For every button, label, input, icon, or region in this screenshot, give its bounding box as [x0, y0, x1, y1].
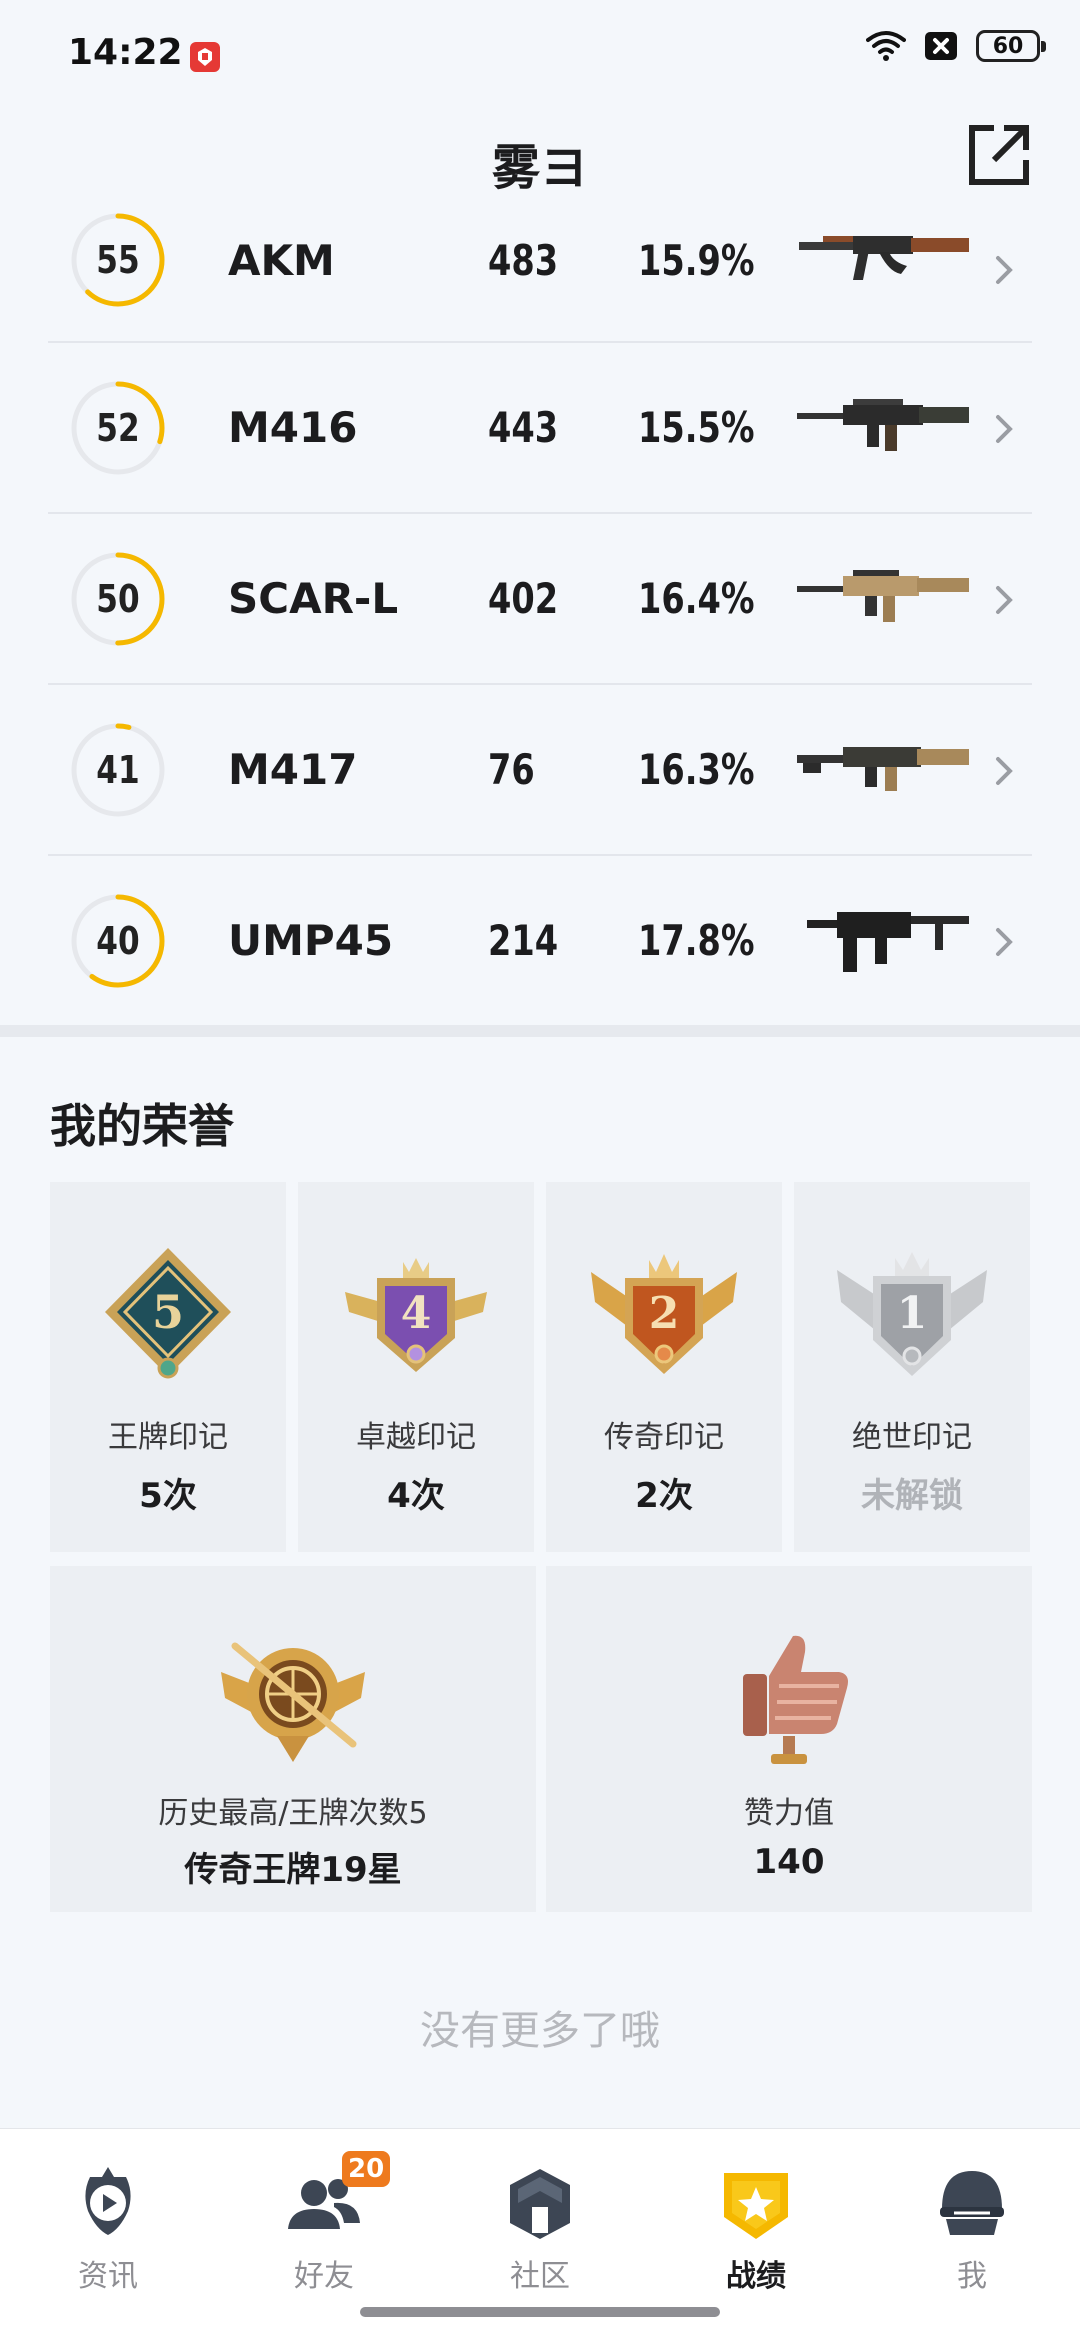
- community-icon: [500, 2163, 580, 2243]
- tab-me[interactable]: 我: [892, 2151, 1052, 2294]
- weapon-row[interactable]: 52 M416 443 15.5%: [48, 343, 1032, 514]
- highest-rank-card[interactable]: 历史最高/王牌次数5 传奇王牌19星: [50, 1566, 536, 1912]
- status-indicators: 60: [866, 30, 1046, 62]
- weapon-headshot-rate: 15.5%: [638, 403, 755, 452]
- section-divider: [0, 1025, 1080, 1037]
- likes-value: 140: [753, 1842, 825, 1882]
- helmet-icon: [932, 2163, 1012, 2243]
- weapon-row[interactable]: 50 SCAR-L 402 16.4%: [48, 514, 1032, 685]
- badge-number: 1: [897, 1288, 928, 1339]
- weapon-kills: 443: [488, 403, 559, 452]
- news-icon: [68, 2163, 148, 2243]
- chevron-right-icon: [992, 409, 1016, 449]
- m417-rifle-image: [793, 725, 973, 815]
- weapon-list: 55 AKM 483 15.9% 52 M416 443 15.5% 50 SC…: [48, 200, 1032, 1027]
- weapon-level: 40: [96, 919, 140, 963]
- badge-card-peerless[interactable]: 1 绝世印记 未解锁: [794, 1182, 1030, 1552]
- chevron-right-icon: [992, 580, 1016, 620]
- weapon-level: 55: [96, 238, 140, 282]
- battery-level: 60: [992, 33, 1024, 59]
- weapon-kills: 76: [488, 745, 535, 794]
- weapon-level-ring: 55: [70, 212, 166, 308]
- highest-rank-label: 历史最高/王牌次数5: [158, 1796, 428, 1831]
- akm-rifle-image: [793, 214, 973, 304]
- badge-count: 4次: [387, 1476, 445, 1516]
- tab-community[interactable]: 社区: [460, 2151, 620, 2294]
- badge-number: 2: [649, 1288, 680, 1339]
- status-bar: 14:22 60: [0, 0, 1080, 110]
- weapon-kills: 483: [488, 236, 559, 285]
- weapon-headshot-rate: 17.8%: [638, 916, 755, 965]
- weapon-kills: 402: [488, 574, 559, 623]
- weapon-row[interactable]: 40 UMP45 214 17.8%: [48, 856, 1032, 1027]
- weapon-level-ring: 52: [70, 380, 166, 476]
- weapon-level: 41: [96, 748, 140, 792]
- friends-notification-badge: 20: [342, 2151, 391, 2187]
- scar-l-rifle-image: [793, 554, 973, 644]
- chevron-right-icon: [992, 250, 1016, 290]
- chevron-right-icon: [992, 922, 1016, 962]
- m416-rifle-image: [793, 383, 973, 473]
- tab-record[interactable]: 战绩: [676, 2151, 836, 2294]
- weapon-level-ring: 40: [70, 893, 166, 989]
- weapon-level: 52: [96, 406, 140, 450]
- weapon-level-ring: 50: [70, 551, 166, 647]
- legend-mark-icon: 2: [589, 1242, 739, 1392]
- no-sim-icon: [925, 32, 957, 60]
- chevron-right-icon: [992, 751, 1016, 791]
- weapon-name: SCAR-L: [228, 574, 399, 623]
- battery-indicator: 60: [976, 30, 1046, 62]
- badge-card-excellence[interactable]: 4 卓越印记 4次: [298, 1182, 534, 1552]
- weapon-row[interactable]: 55 AKM 483 15.9%: [48, 200, 1032, 343]
- badge-name: 卓越印记: [356, 1420, 476, 1455]
- badge-number: 4: [401, 1288, 432, 1339]
- badge-count: 2次: [635, 1476, 693, 1516]
- home-indicator: [360, 2307, 720, 2317]
- badge-card-ace[interactable]: 5 王牌印记 5次: [50, 1182, 286, 1552]
- peerless-mark-icon: 1: [837, 1242, 987, 1392]
- badge-name: 绝世印记: [852, 1420, 972, 1455]
- weapon-kills: 214: [488, 916, 559, 965]
- badge-number: 5: [152, 1285, 184, 1339]
- ump45-smg-image: [793, 894, 973, 984]
- app-notification-icon: [188, 40, 222, 74]
- weapon-row[interactable]: 41 M417 76 16.3%: [48, 685, 1032, 856]
- badge-count: 未解锁: [861, 1476, 963, 1516]
- tab-label: 社区: [510, 2259, 570, 2294]
- badge-card-legend[interactable]: 2 传奇印记 2次: [546, 1182, 782, 1552]
- status-time: 14:22: [68, 32, 183, 73]
- no-more-hint: 没有更多了哦: [420, 2008, 660, 2054]
- tab-news[interactable]: 资讯: [28, 2151, 188, 2294]
- tab-label: 好友: [294, 2259, 354, 2294]
- weapon-name: AKM: [228, 236, 335, 285]
- weapon-headshot-rate: 16.4%: [638, 574, 755, 623]
- legend-ace-emblem-icon: [213, 1616, 373, 1776]
- tab-label: 战绩: [726, 2259, 786, 2294]
- weapon-level: 50: [96, 577, 140, 621]
- weapon-name: M417: [228, 745, 358, 794]
- weapon-headshot-rate: 15.9%: [638, 236, 755, 285]
- share-button[interactable]: [964, 120, 1034, 190]
- highest-rank-value: 传奇王牌19星: [184, 1850, 402, 1890]
- weapon-name: M416: [228, 403, 358, 452]
- weapon-name: UMP45: [228, 916, 394, 965]
- badge-name: 传奇印记: [604, 1420, 724, 1455]
- ace-mark-icon: 5: [93, 1242, 243, 1392]
- tab-label: 资讯: [78, 2259, 138, 2294]
- page-title: 雾ヨ: [491, 140, 588, 196]
- tab-friends[interactable]: 20 好友: [244, 2151, 404, 2294]
- honors-section-title: 我的荣誉: [50, 1099, 234, 1153]
- wifi-icon: [866, 31, 906, 61]
- thumbs-up-trophy-icon: [709, 1616, 869, 1776]
- tab-label: 我: [957, 2259, 987, 2294]
- likes-card[interactable]: 赞力值 140: [546, 1566, 1032, 1912]
- weapon-headshot-rate: 16.3%: [638, 745, 755, 794]
- share-external-icon: [969, 125, 1029, 185]
- likes-label: 赞力值: [744, 1796, 834, 1831]
- badge-name: 王牌印记: [108, 1420, 228, 1455]
- record-icon: [716, 2163, 796, 2243]
- weapon-level-ring: 41: [70, 722, 166, 818]
- excellence-mark-icon: 4: [341, 1242, 491, 1392]
- badge-count: 5次: [139, 1476, 197, 1516]
